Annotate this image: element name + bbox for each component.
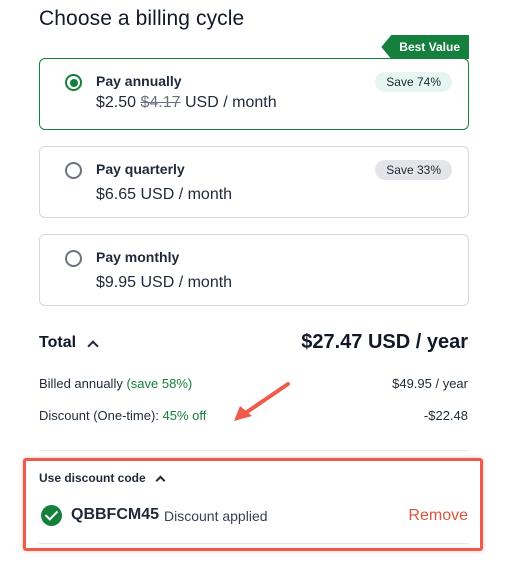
plan-option-quarterly[interactable]: Pay quarterly $6.65 USD / month Save 33% [39, 146, 469, 218]
radio-empty-icon[interactable] [65, 250, 82, 267]
plan-name: Pay quarterly [96, 161, 185, 177]
save-badge: Save 33% [375, 160, 452, 180]
plan-option-monthly[interactable]: Pay monthly $9.95 USD / month [39, 234, 469, 306]
price-suffix: USD / month [185, 94, 277, 111]
total-toggle[interactable]: Total [39, 334, 76, 352]
discount-value: -$22.48 [423, 408, 468, 423]
price-original: $4.17 [140, 94, 181, 111]
radio-selected-icon[interactable] [65, 74, 82, 91]
plan-price: $2.50 $4.17 USD / month [96, 94, 277, 112]
divider [39, 450, 469, 451]
radio-empty-icon[interactable] [65, 162, 82, 179]
billed-annually-value: $49.95 / year [392, 376, 468, 391]
discount-status: Discount applied [164, 508, 268, 524]
page-title: Choose a billing cycle [39, 7, 245, 30]
discount-off-text: 45% off [162, 408, 207, 423]
plan-price: $9.95 USD / month [96, 274, 233, 291]
billed-save-text: (save 58%) [126, 376, 193, 391]
divider [39, 543, 469, 544]
discount-label: Discount (One-time): 45% off [39, 408, 207, 423]
discount-code-toggle[interactable]: Use discount code [39, 471, 146, 485]
plan-option-annually[interactable]: Best Value Pay annually $2.50 $4.17 USD … [39, 35, 469, 130]
plan-name: Pay monthly [96, 249, 180, 265]
total-label: Total [39, 334, 77, 351]
best-value-ribbon: Best Value [381, 35, 469, 59]
price-current: $2.50 [96, 94, 137, 111]
discount-code-value: QBBFCM45 [71, 506, 160, 523]
plan-name: Pay annually [96, 73, 182, 89]
total-amount: $27.47 USD / year [301, 331, 468, 353]
check-circle-icon [41, 505, 62, 526]
plan-price: $6.65 USD / month [96, 186, 233, 203]
billed-annually-label: Billed annually (save 58%) [39, 376, 193, 391]
save-badge: Save 74% [375, 72, 452, 92]
remove-discount-button[interactable]: Remove [408, 507, 468, 525]
arrow-annotation-icon [234, 382, 290, 421]
chevron-up-icon[interactable] [87, 340, 99, 352]
